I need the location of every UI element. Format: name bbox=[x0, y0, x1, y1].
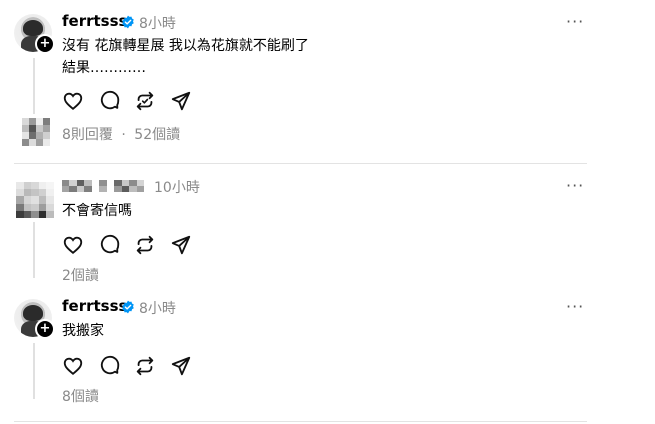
more-icon[interactable]: ··· bbox=[566, 12, 584, 31]
post-text-line: 我搬家 bbox=[62, 323, 104, 339]
heart-icon[interactable] bbox=[62, 355, 84, 377]
share-icon[interactable] bbox=[170, 355, 192, 377]
heart-icon[interactable] bbox=[62, 234, 84, 256]
thread-line bbox=[33, 343, 35, 399]
timestamp[interactable]: 10小時 bbox=[154, 177, 200, 197]
post-text-line: 結果………… bbox=[62, 60, 146, 76]
view-count: 8個讀 bbox=[62, 389, 99, 405]
comment-icon[interactable] bbox=[99, 90, 121, 112]
repost-icon[interactable] bbox=[134, 355, 156, 377]
view-count: 2個讀 bbox=[62, 268, 99, 284]
heart-icon[interactable] bbox=[62, 90, 84, 112]
reply-count[interactable]: 8則回覆 · 52個讀 bbox=[62, 124, 180, 144]
comment-icon[interactable] bbox=[99, 355, 121, 377]
timestamp[interactable]: 8小時 bbox=[139, 298, 176, 318]
replies[interactable]: 8則回覆 bbox=[62, 127, 113, 143]
verified-icon bbox=[122, 15, 134, 29]
verified-icon bbox=[122, 300, 134, 314]
username[interactable]: ferrtsss bbox=[62, 12, 127, 30]
more-icon[interactable]: ··· bbox=[566, 297, 584, 316]
divider bbox=[14, 163, 587, 164]
username[interactable]: ferrtsss bbox=[62, 297, 127, 315]
separator: · bbox=[121, 127, 126, 143]
plus-icon[interactable]: + bbox=[35, 34, 55, 54]
repost-icon[interactable] bbox=[134, 234, 156, 256]
share-icon[interactable] bbox=[170, 234, 192, 256]
repost-icon[interactable] bbox=[134, 90, 156, 112]
avatar[interactable] bbox=[16, 182, 54, 218]
divider bbox=[14, 421, 587, 422]
view-count: 52個讀 bbox=[134, 127, 181, 143]
plus-icon[interactable]: + bbox=[35, 319, 55, 339]
more-icon[interactable]: ··· bbox=[566, 176, 584, 195]
share-icon[interactable] bbox=[170, 90, 192, 112]
post-text-line: 沒有 花旗轉星展 我以為花旗就不能刷了 bbox=[62, 38, 309, 54]
thread-line bbox=[33, 58, 35, 114]
post-text-line: 不會寄信嗎 bbox=[62, 203, 132, 219]
thread-line bbox=[33, 222, 35, 278]
comment-icon[interactable] bbox=[99, 234, 121, 256]
username-redacted[interactable] bbox=[62, 180, 144, 192]
reply-avatars[interactable] bbox=[22, 118, 50, 146]
timestamp[interactable]: 8小時 bbox=[139, 13, 176, 33]
